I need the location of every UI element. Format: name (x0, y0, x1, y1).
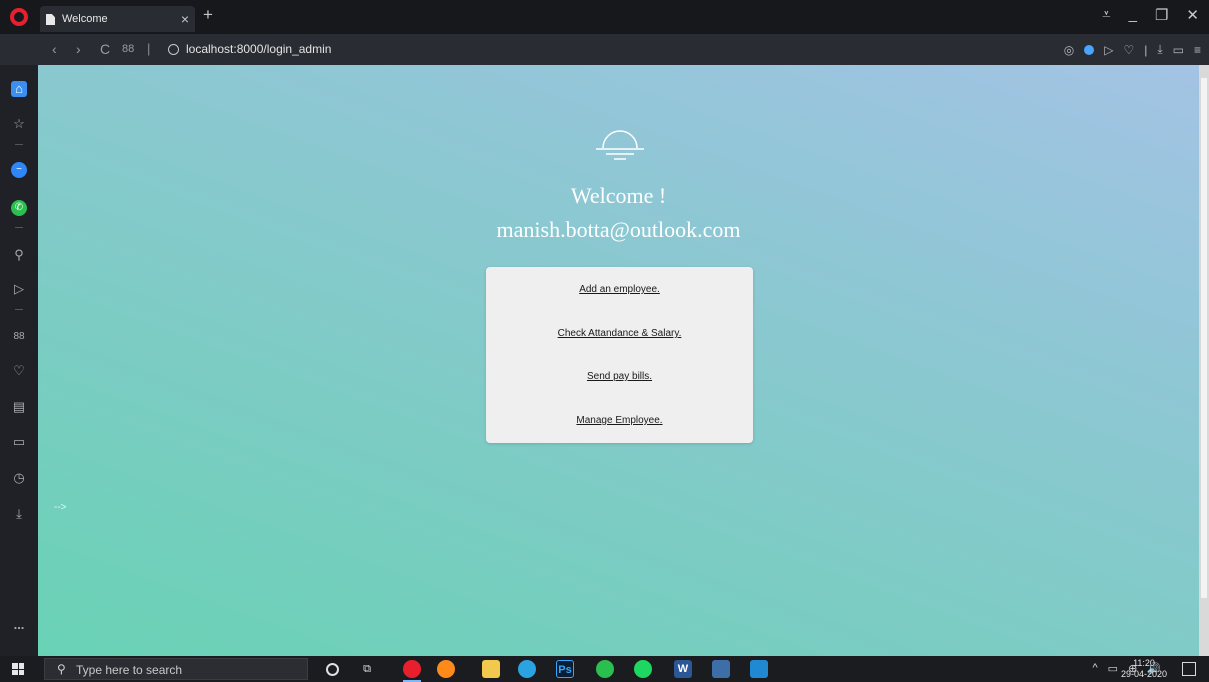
telegram-icon[interactable] (518, 660, 536, 678)
photoshop-icon[interactable]: Ps (556, 660, 574, 678)
camera-icon[interactable]: ◎ (1064, 43, 1074, 57)
address-bar: ‹ › C 88 | localhost:8000/login_admin ◎ … (0, 34, 1209, 65)
toolbar-divider: | (1144, 42, 1148, 57)
search-placeholder: Type here to search (76, 663, 183, 677)
tabs-icon[interactable]: ▭ (11, 434, 27, 450)
stray-text: --> (54, 502, 67, 513)
word-icon[interactable]: W (674, 660, 692, 678)
spotify-icon[interactable] (634, 660, 652, 678)
flow-icon[interactable]: ▷ (1104, 43, 1113, 57)
task-view-icon[interactable]: ⧉ (358, 660, 376, 678)
file-explorer-icon[interactable] (482, 660, 500, 678)
whatsapp-icon[interactable]: ✆ (11, 200, 27, 216)
cortana-icon[interactable] (326, 663, 339, 676)
url-field[interactable]: localhost:8000/login_admin (186, 42, 331, 56)
taskbar-clock[interactable]: 11:20 29-04-2020 (1116, 658, 1172, 680)
forward-button[interactable]: › (76, 41, 81, 57)
tableau-icon[interactable] (712, 660, 730, 678)
search-icon[interactable]: ⚲ (11, 247, 27, 263)
whatsapp-icon[interactable] (596, 660, 614, 678)
scrollbar-thumb[interactable] (1201, 78, 1207, 598)
tab-welcome[interactable]: Welcome × (40, 6, 195, 32)
close-button[interactable]: ✕ (1186, 6, 1199, 24)
opera-icon[interactable] (403, 660, 421, 678)
sunset-icon (596, 130, 644, 160)
speed-dial-button[interactable]: 88 (122, 43, 134, 55)
easy-setup-icon[interactable]: ≡ (1194, 43, 1201, 57)
tab-close-button[interactable]: × (181, 6, 189, 32)
sidebar-divider (15, 309, 23, 310)
tab-title: Welcome (62, 13, 108, 25)
downloads-icon[interactable]: ⤓ (11, 506, 27, 522)
start-button[interactable] (12, 663, 24, 675)
download-icon[interactable]: ⤓ (1157, 42, 1162, 57)
browser-sidebar: ⌂ ☆ ~ ✆ ⚲ ▷ 88 ♡ ▤ ▭ ◷ ⤓ ... (0, 65, 38, 656)
welcome-heading: Welcome ! (570, 183, 667, 208)
reload-button[interactable]: C (100, 41, 110, 57)
news-icon[interactable]: ▤ (11, 399, 27, 415)
admin-menu-card: Add an employee. Check Attandance & Sala… (486, 267, 753, 443)
firefox-icon[interactable] (437, 660, 455, 678)
sidebar-divider (15, 227, 23, 228)
home-icon[interactable]: ⌂ (11, 81, 27, 97)
opera-menu-icon[interactable] (10, 8, 28, 26)
windows-taskbar: ⚲ Type here to search ⧉ Ps W ^ ▭ ⊕ 🔊 11:… (0, 656, 1209, 682)
clock-date: 29-04-2020 (1120, 669, 1168, 679)
check-attendance-salary-link[interactable]: Check Attandance & Salary. (486, 328, 753, 339)
manage-employee-link[interactable]: Manage Employee. (486, 415, 753, 426)
restore-button[interactable]: ❐ (1155, 6, 1168, 24)
bookmarks-icon[interactable]: ☆ (11, 116, 27, 132)
clock-time: 11:20 (1133, 658, 1155, 668)
user-email: manish.botta@outlook.com (496, 217, 741, 242)
heart-icon[interactable]: ♡ (11, 363, 27, 379)
add-employee-link[interactable]: Add an employee. (486, 284, 753, 295)
new-tab-button[interactable]: + (203, 5, 213, 25)
page-content: Welcome ! manish.botta@outlook.com Add a… (38, 65, 1199, 656)
window-controls: ⩡ _ ❐ ✕ (1102, 6, 1199, 24)
back-button[interactable]: ‹ (52, 41, 57, 57)
vscode-icon[interactable] (750, 660, 768, 678)
send-pay-bills-link[interactable]: Send pay bills. (486, 371, 753, 382)
search-icon: ⚲ (57, 662, 66, 676)
toolbar-right: ◎ ▷ ♡ | ⤓ ▭ ≡ (1064, 42, 1201, 57)
speed-dial-icon[interactable]: 88 (11, 329, 27, 345)
sidebar-more-icon[interactable]: ... (11, 617, 27, 633)
tray-chevron-icon[interactable]: ^ (1093, 662, 1098, 675)
sidebar-divider (15, 144, 23, 145)
site-info-icon[interactable] (168, 44, 179, 55)
taskbar-search[interactable]: ⚲ Type here to search (44, 658, 308, 680)
url-separator: | (147, 41, 151, 56)
notification-center-icon[interactable] (1182, 662, 1196, 676)
tab-menu-icon[interactable]: ⩡ (1102, 6, 1110, 24)
minimize-button[interactable]: _ (1129, 6, 1137, 24)
heart-icon[interactable]: ♡ (1123, 43, 1134, 57)
page-icon (46, 14, 55, 25)
vpn-shield-icon[interactable] (1084, 44, 1095, 55)
browser-titlebar: Welcome × + ⩡ _ ❐ ✕ (0, 0, 1209, 34)
messenger-icon[interactable]: ~ (11, 162, 27, 178)
battery-icon[interactable]: ▭ (1173, 43, 1184, 57)
flow-icon[interactable]: ▷ (11, 281, 27, 297)
history-icon[interactable]: ◷ (11, 470, 27, 486)
